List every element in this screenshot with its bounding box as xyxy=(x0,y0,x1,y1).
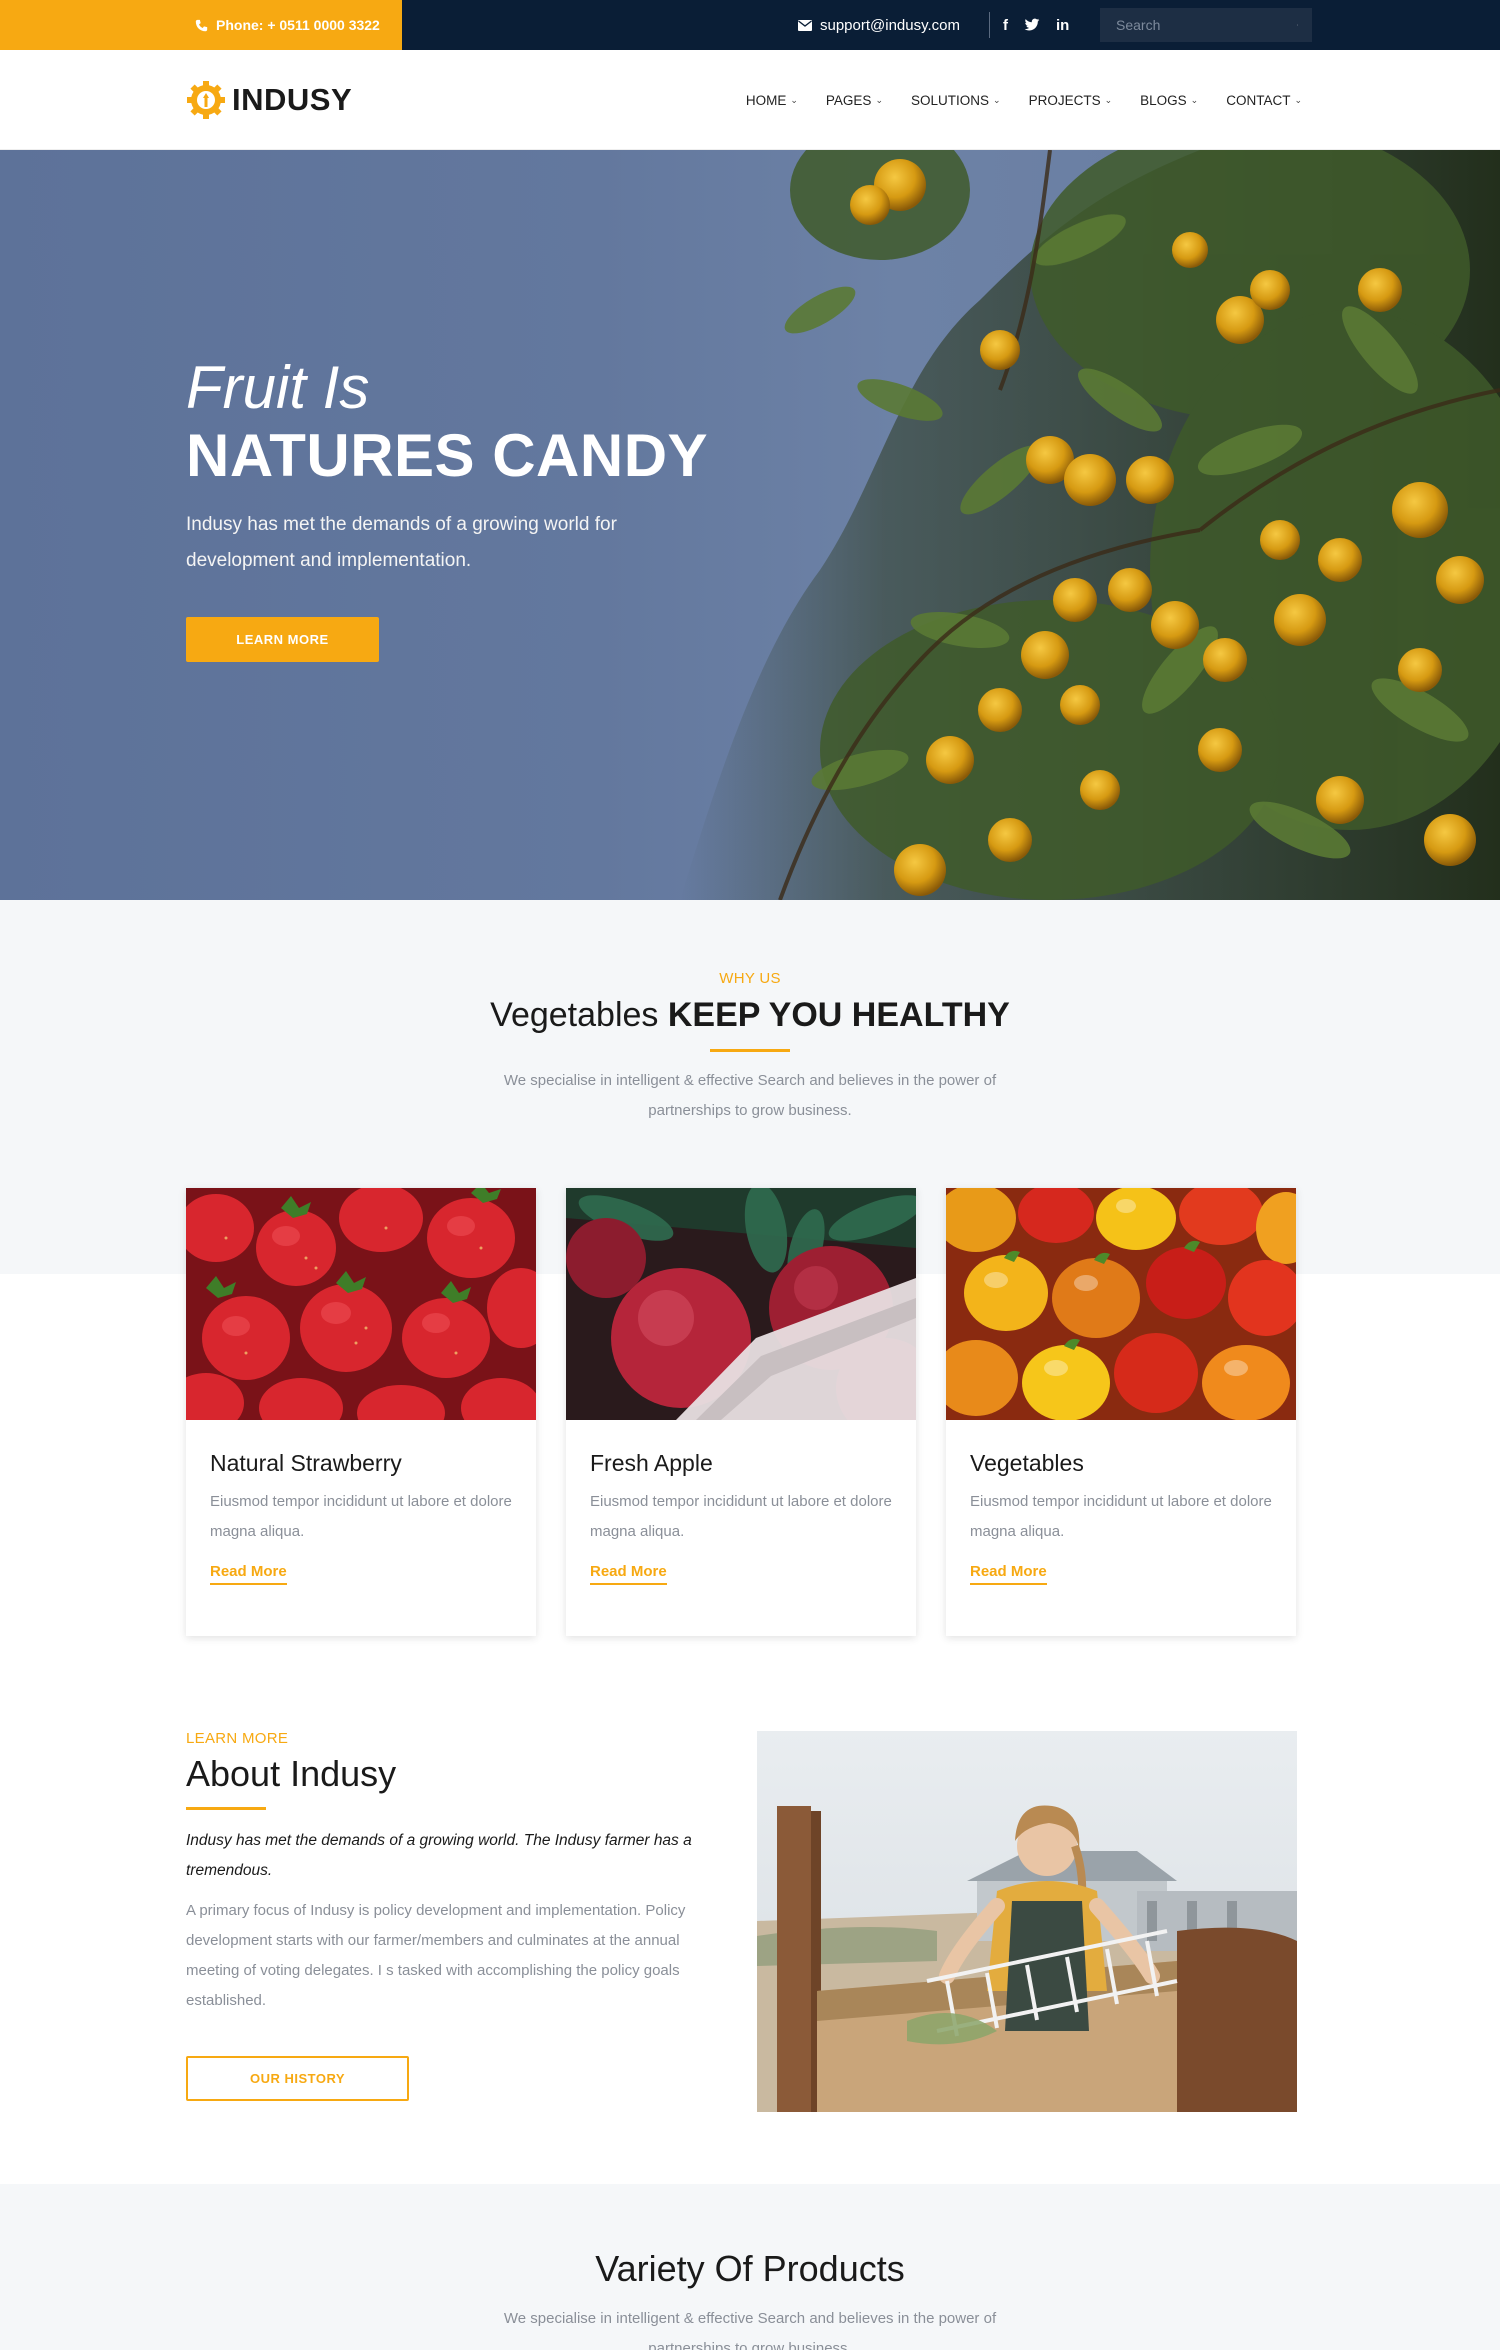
card-title: Fresh Apple xyxy=(590,1450,713,1476)
nav-label: BLOGS xyxy=(1140,92,1187,108)
card-vegetables: Vegetables Eiusmod tempor incididunt ut … xyxy=(946,1188,1296,1636)
search-input[interactable] xyxy=(1116,17,1297,33)
strawberry-image xyxy=(186,1188,536,1420)
title-underline xyxy=(186,1807,266,1810)
read-more-link[interactable]: Read More xyxy=(210,1563,287,1585)
why-us-description: We specialise in intelligent & effective… xyxy=(503,1072,997,1119)
chevron-down-icon: ⌄ xyxy=(993,94,1001,105)
title-underline xyxy=(710,1049,790,1052)
card-body: Natural Strawberry Eiusmod tempor incidi… xyxy=(186,1420,536,1585)
nav-label: CONTACT xyxy=(1226,92,1291,108)
nav-blogs[interactable]: BLOGS ⌄ xyxy=(1140,93,1198,108)
variety-description: We specialise in intelligent & effective… xyxy=(503,2310,997,2350)
product-cards: Natural Strawberry Eiusmod tempor incidi… xyxy=(186,1188,1297,1636)
top-bar: Phone: + 0511 0000 3322 support@indusy.c… xyxy=(0,0,1500,50)
hero-copy: Fruit Is NATURES CANDY Indusy has met th… xyxy=(186,355,746,662)
logo[interactable]: INDUSY xyxy=(186,78,352,122)
search-icon[interactable] xyxy=(1297,17,1298,33)
envelope-icon xyxy=(798,19,812,31)
chevron-down-icon: ⌄ xyxy=(875,94,883,105)
phone-text: Phone: + 0511 0000 3322 xyxy=(216,17,380,33)
farmer-image xyxy=(757,1731,1297,2112)
chevron-down-icon: ⌄ xyxy=(1104,94,1113,105)
nav-pages[interactable]: PAGES ⌄ xyxy=(826,93,883,108)
about-intro: Indusy has met the demands of a growing … xyxy=(186,1832,692,1879)
why-us-title: Vegetables KEEP YOU HEALTHY xyxy=(0,996,1500,1035)
email-text: support@indusy.com xyxy=(820,16,961,34)
about-title: About Indusy xyxy=(186,1753,397,1794)
nav-label: HOME xyxy=(745,92,787,108)
nav-label: SOLUTIONS xyxy=(911,92,990,108)
card-text: Eiusmod tempor incididunt ut labore et d… xyxy=(590,1493,892,1540)
card-body: Vegetables Eiusmod tempor incididunt ut … xyxy=(946,1420,1296,1585)
hero-lead: Indusy has met the demands of a growing … xyxy=(186,514,617,571)
learn-more-button[interactable]: LEARN MORE xyxy=(186,617,379,662)
hero-title: NATURES CANDY xyxy=(186,422,709,489)
apple-image xyxy=(566,1188,916,1420)
about-description: A primary focus of Indusy is policy deve… xyxy=(186,1902,686,2009)
main-header: INDUSY HOME ⌄ PAGES ⌄ SOLUTIONS ⌄ PROJECTS ⌄… xyxy=(0,50,1500,150)
variety-title: Variety Of Products xyxy=(595,2248,905,2289)
nav-label: PROJECTS xyxy=(1028,92,1101,108)
read-more-link[interactable]: Read More xyxy=(590,1563,667,1585)
nav-label: PAGES xyxy=(825,92,872,108)
why-us-title-bold: KEEP YOU HEALTHY xyxy=(667,996,1010,1034)
card-title: Natural Strawberry xyxy=(210,1450,402,1476)
why-us-heading: WHY US Vegetables KEEP YOU HEALTHY We sp… xyxy=(0,970,1500,1126)
card-text: Eiusmod tempor incididunt ut labore et d… xyxy=(210,1493,512,1540)
social-links: f in xyxy=(1003,0,1069,50)
why-us-title-regular: Vegetables xyxy=(490,996,659,1034)
twitter-icon[interactable] xyxy=(1024,18,1040,32)
card-text: Eiusmod tempor incididunt ut labore et d… xyxy=(970,1493,1272,1540)
about-section: LEARN MORE About Indusy Indusy has met t… xyxy=(186,1730,716,2101)
card-body: Fresh Apple Eiusmod tempor incididunt ut… xyxy=(566,1420,916,1585)
topbar-divider xyxy=(989,12,990,38)
facebook-icon[interactable]: f xyxy=(1003,17,1008,34)
chevron-down-icon: ⌄ xyxy=(1190,94,1199,105)
nav-projects[interactable]: PROJECTS ⌄ xyxy=(1029,93,1113,108)
nav-solutions[interactable]: SOLUTIONS ⌄ xyxy=(911,93,1001,108)
hero-section: Fruit Is NATURES CANDY Indusy has met th… xyxy=(0,150,1500,900)
nav-contact[interactable]: CONTACT ⌄ xyxy=(1226,93,1302,108)
logo-text: INDUSY xyxy=(232,82,353,117)
email-contact[interactable]: support@indusy.com xyxy=(798,0,960,50)
card-title: Vegetables xyxy=(970,1450,1084,1476)
about-eyebrow: LEARN MORE xyxy=(186,1730,289,1747)
chevron-down-icon: ⌄ xyxy=(790,94,798,105)
main-nav: HOME ⌄ PAGES ⌄ SOLUTIONS ⌄ PROJECTS ⌄ BLOGS ⌄… xyxy=(746,50,1302,150)
search-box xyxy=(1100,8,1312,42)
peppers-image xyxy=(946,1188,1296,1420)
phone-contact[interactable]: Phone: + 0511 0000 3322 xyxy=(0,0,402,50)
card-strawberry: Natural Strawberry Eiusmod tempor incidi… xyxy=(186,1188,536,1636)
linkedin-icon[interactable]: in xyxy=(1056,17,1069,34)
hero-kicker: Fruit Is xyxy=(186,354,370,421)
chevron-down-icon: ⌄ xyxy=(1294,94,1302,105)
card-apple: Fresh Apple Eiusmod tempor incididunt ut… xyxy=(566,1188,916,1636)
variety-heading: Variety Of Products We specialise in int… xyxy=(0,2248,1500,2350)
phone-icon xyxy=(195,19,208,31)
read-more-link[interactable]: Read More xyxy=(970,1563,1047,1585)
nav-home[interactable]: HOME ⌄ xyxy=(746,93,798,108)
our-history-button[interactable]: OUR HISTORY xyxy=(186,2056,409,2101)
why-us-eyebrow: WHY US xyxy=(719,970,781,987)
gear-logo-icon xyxy=(187,81,225,119)
